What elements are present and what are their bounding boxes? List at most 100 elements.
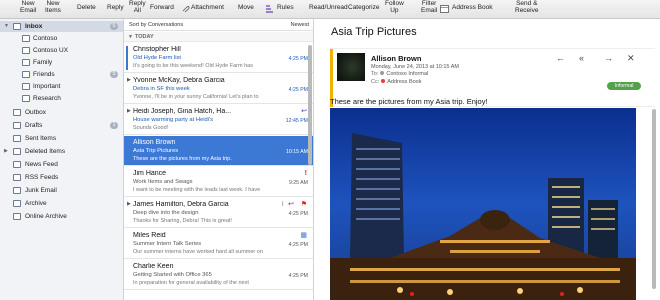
unread-indicator [126,46,128,70]
contact-dot-icon [380,71,385,75]
archive-icon [13,200,21,207]
message-body-text: These are the pictures from my Asia trip… [330,97,488,106]
sort-direction-dropdown[interactable]: Newest [291,19,309,31]
folder-icon [22,35,30,42]
paperclip-icon [182,6,190,13]
city-night-photo [330,108,636,300]
sidebar-item-junk-email[interactable]: Junk Email [0,185,123,196]
drafts-count-badge: 1 [110,122,118,129]
reading-pane-scrollbar[interactable] [652,109,656,289]
folder-icon [22,95,30,102]
cc-line: Cc: Address Book [371,79,422,85]
drafts-icon [13,122,21,129]
importance-icon: ! [304,170,307,177]
inbox-icon [13,23,21,30]
online-archive-icon [13,213,21,220]
move-button[interactable]: Move [238,4,254,11]
sidebar-item-archive[interactable]: Archive [0,198,123,209]
sidebar-item-outbox[interactable]: Outbox [0,107,123,118]
reading-pane: Asia Trip Pictures Allison Brown Monday,… [315,19,660,300]
sender-name[interactable]: Allison Brown [371,54,421,63]
sidebar-item-sent-items[interactable]: Sent Items [0,133,123,144]
sidebar-item-friends[interactable]: Friends 5 [0,69,123,80]
delete-button[interactable]: Delete [77,4,96,11]
new-items-button[interactable]: New Items [45,0,61,14]
rules-icon [266,5,273,13]
reply-button[interactable]: Reply [107,4,124,11]
filter-email-button[interactable]: Filter Email [421,0,437,14]
sent-items-icon [13,135,21,142]
forward-button[interactable]: Forward [150,4,174,11]
sort-by-dropdown[interactable]: Sort by Conversations [129,19,183,31]
ribbon-toolbar: New Email New Items Delete Reply Reply A… [0,0,660,19]
sidebar-item-online-archive[interactable]: Online Archive [0,211,123,222]
rss-icon [13,174,21,181]
folder-icon [22,71,30,78]
message-subject: Asia Trip Pictures [331,26,417,38]
message-item[interactable]: Charlie Keen Getting Started with Office… [124,260,313,290]
sidebar-item-news-feed[interactable]: News Feed [0,159,123,170]
reply-icon: ↩ [301,108,307,115]
address-book-icon [440,5,449,13]
expand-thread-icon[interactable]: ▶ [127,77,131,83]
paperclip-icon: ⌇ [281,202,284,208]
address-book-button[interactable]: Address Book [452,4,492,11]
attachment-button[interactable]: Attachment [191,4,224,11]
sidebar-item-research[interactable]: Research [0,93,123,104]
read-unread-button[interactable]: Read/Unread [309,4,348,11]
follow-up-button[interactable]: Follow Up [385,0,404,14]
expand-thread-icon[interactable]: ▶ [127,108,131,114]
to-line: To: Contoso Informal [371,71,429,77]
folder-pane: ▼ Inbox 5 Contoso Contoso UX Family Frie… [0,19,124,300]
sidebar-item-important[interactable]: Important [0,81,123,92]
categorize-button[interactable]: Categorize [348,4,379,11]
reply-all-icon[interactable]: « [579,53,584,63]
group-header-today[interactable]: ▼ TODAY [124,32,313,42]
sent-date: Monday, June 24, 2013 at 10:15 AM [371,64,459,70]
sidebar-item-contoso-ux[interactable]: Contoso UX [0,45,123,56]
collapse-triangle-icon[interactable]: ▼ [4,21,9,32]
new-email-button[interactable]: New Email [20,0,36,14]
collapse-triangle-icon: ▼ [128,34,133,40]
message-item[interactable]: Christopher Hill Old Hyde Farm list It's… [124,43,313,73]
sidebar-item-deleted-items[interactable]: ▶ Deleted Items [0,146,123,157]
message-list-scrollbar[interactable] [308,45,312,165]
message-list: Sort by Conversations Newest ▼ TODAY Chr… [124,19,314,300]
outbox-icon [13,109,21,116]
expand-thread-icon[interactable]: ▶ [127,201,131,207]
folder-icon [22,83,30,90]
attached-photo[interactable] [330,108,636,300]
sidebar-item-contoso[interactable]: Contoso [0,33,123,44]
message-item[interactable]: ▶ James Hamilton, Debra Garcia ⌇ ↩ ⚑ Dee… [124,198,313,228]
sidebar-item-family[interactable]: Family [0,57,123,68]
folder-icon [22,59,30,66]
folder-inbox[interactable]: ▼ Inbox 5 [0,21,123,32]
message-item[interactable]: Miles Reid ▦ Summer Intern Talk Series O… [124,229,313,259]
rules-button[interactable]: Rules [277,4,294,11]
expand-triangle-icon[interactable]: ▶ [4,146,8,157]
send-receive-button[interactable]: Send & Receive [515,0,538,14]
reply-icon: ↩ [288,201,294,208]
sort-bar: Sort by Conversations Newest [124,19,313,31]
news-feed-icon [13,161,21,168]
contact-dot-icon [381,79,386,83]
message-item-selected[interactable]: Allison Brown Asia Trip Pictures These a… [124,136,313,166]
folder-icon [22,47,30,54]
calendar-icon: ▦ [300,232,307,239]
flag-icon[interactable]: ⚑ [301,201,307,209]
sidebar-item-drafts[interactable]: Drafts 1 [0,120,123,131]
reply-icon[interactable]: ← [556,53,565,63]
category-badge[interactable]: Informal [607,82,641,90]
unread-count-badge: 5 [110,71,118,78]
junk-icon [13,187,21,194]
forward-icon[interactable]: → [604,53,613,63]
close-icon[interactable]: ✕ [627,53,635,63]
message-item[interactable]: ▶ Heidi Joseph, Gina Hatch, Ha... ↩ Hous… [124,105,313,135]
message-item[interactable]: ▶ Yvonne McKay, Debra Garcia Debra in SF… [124,74,313,104]
sidebar-item-rss-feeds[interactable]: RSS Feeds [0,172,123,183]
message-item[interactable]: Jim Hance ! Work Items and Swags I want … [124,167,313,197]
message-actions: ← « → ✕ [554,53,654,63]
trash-icon [13,148,21,155]
avatar[interactable] [337,53,365,81]
reply-all-button[interactable]: Reply All [129,0,146,14]
